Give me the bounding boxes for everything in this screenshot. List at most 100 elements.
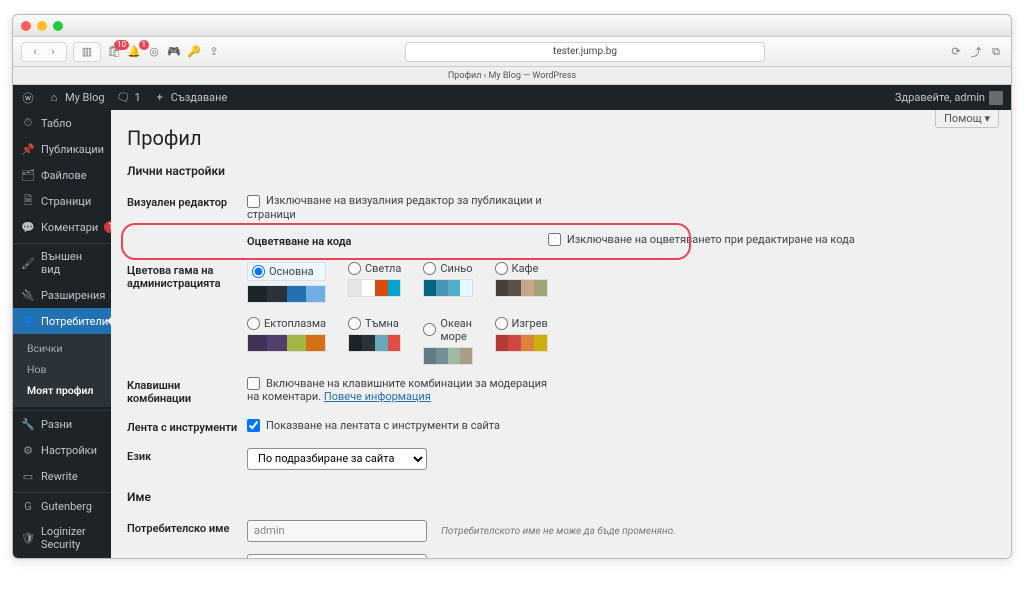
sidebar-item-label: Настройки [41,444,97,457]
key-icon[interactable]: 🔑 [187,45,201,59]
plus-icon: + [153,91,167,105]
scheme-radio[interactable] [348,262,361,275]
row-scheme-label: Цветова гама на администрацията [127,256,247,371]
cart-icon[interactable]: 🛍 [107,45,121,59]
sidebar-item-appearance[interactable]: 🖌Външен вид [13,244,111,282]
address-bar[interactable]: tester.jump.bg [405,42,765,62]
g-icon: G [21,499,35,513]
color-scheme-2[interactable]: Синьо [423,262,472,303]
sidebar-item-posts[interactable]: 📌Публикации [13,136,111,162]
scheme-name: Ектоплазма [264,317,326,330]
greeting[interactable]: Здравейте, admin [895,91,1003,105]
scheme-name: Кафе [512,262,539,275]
share-up-icon[interactable]: ⤴ [969,45,983,59]
plug-icon: 🔌 [21,288,35,302]
color-scheme-6[interactable]: Океан море [423,317,472,365]
scheme-name: Изгрев [512,317,548,330]
new-label: Създаване [171,91,228,104]
sidebar-item-comments[interactable]: 💬 Коментари 1 [13,214,111,240]
sidebar-toggle[interactable]: ▥ [73,42,101,62]
scheme-name: Основна [269,265,314,278]
submenu-my-profile[interactable]: Моят профил [13,380,111,401]
sidebar-item-label: Потребители [41,315,108,328]
sidebar-item-pages[interactable]: 🗎 Страници [13,188,111,214]
sidebar-item-media[interactable]: 🗂Файлове [13,162,111,188]
nav-back-forward[interactable]: ‹ › [21,42,67,62]
chevron-left-icon: ‹ [28,45,42,59]
scheme-name: Синьо [440,262,472,275]
shield-icon: 🛡 [21,531,35,545]
traffic-close-icon[interactable] [21,21,31,31]
traffic-max-icon[interactable] [53,21,63,31]
controller-icon[interactable]: 🎮 [167,45,181,59]
traffic-min-icon[interactable] [37,21,47,31]
sidebar-item-dashboard[interactable]: ⏱Табло [13,110,111,136]
color-scheme-5[interactable]: Тъмна [348,317,401,365]
comment-icon: 💬 [21,220,35,234]
comment-icon: 🗨 [117,91,131,105]
page-icon: 🗎 [21,194,35,208]
scheme-radio[interactable] [495,262,508,275]
share-icon[interactable]: ⇪ [207,45,221,59]
scheme-swatches [495,279,548,297]
browser-tab[interactable]: Профил ‹ My Blog — WordPress [448,71,576,81]
color-scheme-1[interactable]: Светла [348,262,401,303]
visual-editor-checkbox[interactable]: Изключване на визуалния редактор за публ… [247,194,542,221]
scheme-radio[interactable] [252,265,265,278]
sidebar-item-rewrite[interactable]: ▭Rewrite [13,463,111,489]
sidebar-item-gutenberg[interactable]: GGutenberg [13,493,111,519]
scheme-swatches [247,334,326,352]
pin-icon: 📌 [21,142,35,156]
tabs-icon[interactable]: ⧉ [989,45,1003,59]
submenu-new[interactable]: Нов [13,359,111,380]
sidebar-item-tools[interactable]: 🔧Разни [13,411,111,437]
bell-icon[interactable]: 🔔 [127,45,141,59]
sidebar-item-label: Външен вид [41,250,103,276]
comments-link[interactable]: 🗨1 [117,91,141,105]
sidebar-item-settings[interactable]: ⚙Настройки [13,437,111,463]
window-titlebar [13,15,1011,37]
sidebar-item-label: Разни [41,418,72,431]
help-tab[interactable]: Помощ ▾ [935,110,999,128]
row-toolbar-label: Лента с инструменти [127,413,247,442]
admin-sidebar: ⏱Табло📌Публикации🗂Файлове 🗎 Страници 💬 Комен… [13,110,111,558]
sidebar-item-label: Страници [41,195,91,208]
scheme-radio[interactable] [348,317,361,330]
scheme-radio[interactable] [495,317,508,330]
color-scheme-0[interactable]: Основна [247,262,326,303]
color-schemes-grid: Основна Светла Синьо Кафе Ектоплазма Тъмна Оке… [247,262,548,365]
scheme-radio[interactable] [247,317,260,330]
row-language-label: Език [127,442,247,476]
section-personal: Лични настройки [127,164,995,178]
eye-icon[interactable]: ◎ [147,45,161,59]
panel-icon: ▥ [80,45,94,59]
sidebar-item-collapse[interactable]: ◀Свиване [13,557,111,558]
sidebar-item-users[interactable]: 👤Потребители [13,308,111,334]
color-scheme-3[interactable]: Кафе [495,262,548,303]
scheme-name: Светла [365,262,401,275]
site-link[interactable]: ⌂My Blog [47,91,105,105]
reload-icon[interactable]: ⟳ [949,45,963,59]
wp-logo[interactable]: ⓦ [21,91,35,105]
sidebar-item-plugins[interactable]: 🔌Разширения [13,282,111,308]
sidebar-item-label: Loginizer Security [41,525,103,551]
color-scheme-7[interactable]: Изгрев [495,317,548,365]
dash-icon: ⏱ [21,116,35,130]
firstname-field[interactable] [247,554,427,558]
sidebar-item-label: Файлове [41,169,87,182]
submenu-all[interactable]: Всички [13,338,111,359]
sidebar-badge: 1 [104,221,111,233]
sidebar-item-loginizer[interactable]: 🛡 Loginizer Security [13,519,111,557]
browser-toolbar: ‹ › ▥ 🛍 🔔 ◎ 🎮 🔑 ⇪ tester.jump.bg ⟳ ⤴ ⧉ [13,37,1011,67]
row-username-label: Потребителско име [127,514,247,548]
scheme-radio[interactable] [423,262,436,275]
new-content[interactable]: + Създаване [153,91,228,105]
sidebar-item-label: Коментари [41,221,98,234]
color-scheme-4[interactable]: Ектоплазма [247,317,326,365]
toolbar-checkbox[interactable]: Показване на лентата с инструменти в сай… [247,419,500,432]
syntax-checkbox[interactable]: Изключване на оцветяването при редактира… [548,233,855,246]
language-select[interactable]: По подразбиране за сайта [247,448,427,470]
shortcuts-moreinfo-link[interactable]: Повече информация [324,390,431,403]
scheme-radio[interactable] [423,323,436,336]
scheme-swatches [348,279,401,297]
